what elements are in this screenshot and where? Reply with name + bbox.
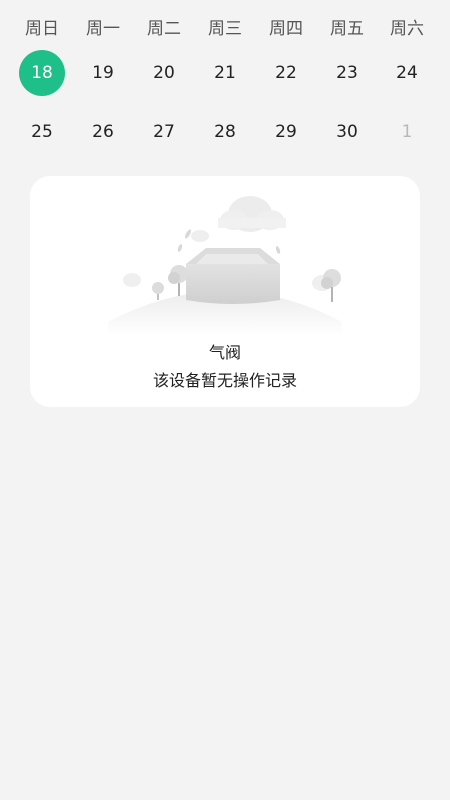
weekday-mon: 周一 [86, 19, 120, 39]
calendar-day[interactable]: 30 [324, 109, 370, 155]
empty-box-icon [108, 196, 342, 336]
calendar-day[interactable]: 23 [324, 50, 370, 96]
calendar-day[interactable]: 26 [80, 109, 126, 155]
weekday-header: 周日 周一 周二 周三 周四 周五 周六 [0, 14, 450, 44]
device-name: 气阀 [208, 343, 241, 362]
calendar-day[interactable]: 21 [202, 50, 248, 96]
calendar-day[interactable]: 27 [141, 109, 187, 155]
weekday-sun: 周日 [25, 19, 59, 39]
weekday-thu: 周四 [269, 19, 303, 39]
empty-state-card: 气阀 该设备暂无操作记录 [30, 176, 420, 407]
weekday-fri: 周五 [330, 19, 364, 39]
calendar-day[interactable]: 22 [263, 50, 309, 96]
calendar-day[interactable]: 29 [263, 109, 309, 155]
calendar-day[interactable]: 19 [80, 50, 126, 96]
weekday-sat: 周六 [390, 19, 424, 39]
empty-message: 该设备暂无操作记录 [152, 371, 297, 390]
calendar-day-next-month[interactable]: 1 [384, 109, 430, 155]
weekday-tue: 周二 [147, 19, 181, 39]
calendar-day[interactable]: 28 [202, 109, 248, 155]
calendar-day[interactable]: 20 [141, 50, 187, 96]
weekday-wed: 周三 [208, 19, 242, 39]
calendar-day[interactable]: 25 [19, 109, 65, 155]
calendar-day-selected[interactable]: 18 [19, 50, 65, 96]
calendar-day[interactable]: 24 [384, 50, 430, 96]
